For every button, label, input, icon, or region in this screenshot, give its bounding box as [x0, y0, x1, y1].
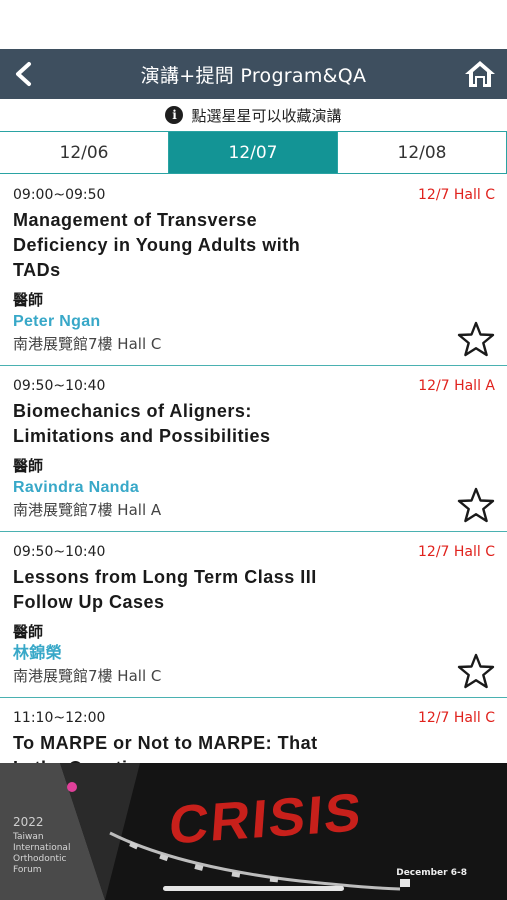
- banner-line: Taiwan: [13, 832, 44, 842]
- talk-title: Lessons from Long Term Class III Follow …: [13, 567, 317, 612]
- talk-list: 09:00~09:50 12/7 Hall C Management of Tr…: [0, 175, 507, 763]
- banner-line: Forum: [13, 865, 42, 875]
- banner-line: International: [13, 843, 71, 853]
- tab-date[interactable]: 12/08: [338, 132, 507, 173]
- status-bar: [0, 0, 507, 49]
- star-icon[interactable]: [457, 487, 495, 523]
- star-icon[interactable]: [457, 321, 495, 357]
- speaker-role: 醫師: [13, 457, 44, 475]
- talk-item[interactable]: 09:50~10:40 12/7 Hall A Biomechanics of …: [0, 366, 507, 532]
- hall-tag: 12/7 Hall A: [418, 378, 495, 394]
- hall-tag: 12/7 Hall C: [418, 187, 495, 203]
- back-arrow-icon[interactable]: [12, 61, 38, 87]
- home-indicator: [163, 886, 344, 891]
- app-header: 演講+提問 Program&QA: [0, 49, 507, 99]
- favorite-hint: i 點選星星可以收藏演講: [0, 99, 507, 131]
- banner-date: December 6-8: [396, 868, 467, 878]
- hall-tag: 12/7 Hall C: [418, 710, 495, 726]
- venue: 南港展覽館7樓 Hall C: [13, 335, 162, 353]
- tab-date[interactable]: 12/06: [0, 132, 169, 173]
- talk-item[interactable]: 09:50~10:40 12/7 Hall C Lessons from Lon…: [0, 532, 507, 698]
- banner-year: 2022: [13, 815, 44, 829]
- venue: 南港展覽館7樓 Hall A: [13, 501, 162, 519]
- speaker-role: 醫師: [13, 623, 44, 641]
- talk-item[interactable]: 09:00~09:50 12/7 Hall C Management of Tr…: [0, 175, 507, 366]
- speaker-name[interactable]: Peter Ngan: [13, 311, 494, 333]
- talk-title: Management of Transverse Deficiency in Y…: [13, 210, 301, 280]
- sponsor-banner[interactable]: 2022 Taiwan International Orthodontic Fo…: [0, 763, 507, 900]
- tab-date[interactable]: 12/07: [169, 132, 338, 173]
- talk-item[interactable]: 11:10~12:00 12/7 Hall C To MARPE or Not …: [0, 698, 507, 763]
- venue: 南港展覽館7樓 Hall C: [13, 667, 162, 685]
- banner-line: Orthodontic: [13, 854, 67, 864]
- date-tabs: 12/06 12/07 12/08: [0, 131, 507, 174]
- speaker-name[interactable]: 林錦榮: [13, 643, 494, 665]
- hall-tag: 12/7 Hall C: [418, 544, 495, 560]
- home-icon[interactable]: [463, 59, 497, 89]
- speaker-role: 醫師: [13, 291, 44, 309]
- favorite-hint-text: 點選星星可以收藏演講: [191, 106, 342, 125]
- star-icon[interactable]: [457, 653, 495, 689]
- talk-title: To MARPE or Not to MARPE: That Is the Qu…: [13, 733, 318, 763]
- speaker-name[interactable]: Ravindra Nanda: [13, 477, 494, 499]
- talk-title: Biomechanics of Aligners: Limitations an…: [13, 401, 271, 446]
- info-icon: i: [165, 106, 184, 124]
- page-title: 演講+提問 Program&QA: [140, 64, 367, 87]
